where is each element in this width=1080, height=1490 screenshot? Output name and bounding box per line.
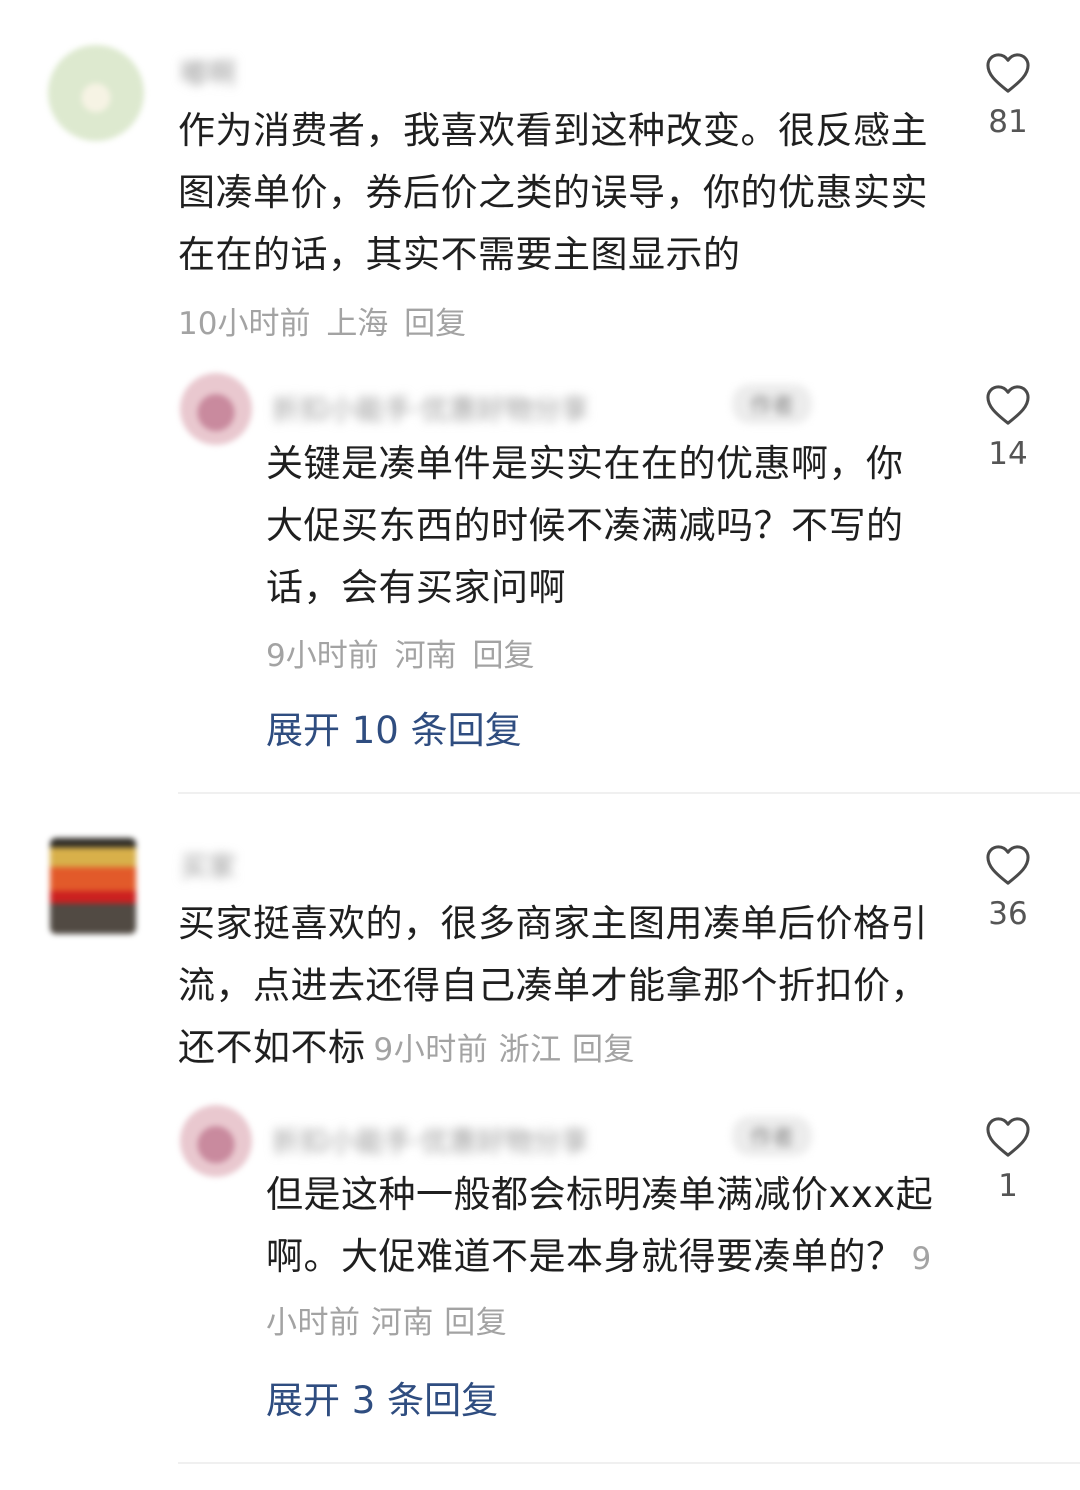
reply-time: 9小时前 [266,638,379,674]
expand-replies-button[interactable]: 展开 3 条回复 [266,1370,498,1424]
reply-meta: 9小时前 河南 回复 [266,630,540,675]
like-count: 81 [988,104,1028,140]
divider [178,1462,1080,1464]
comment-text: 作为消费者，我喜欢看到这种改变。很反感主图凑单价，券后价之类的误导，你的优惠实实… [178,109,928,276]
avatar[interactable] [50,838,136,934]
reply-text: 但是这种一般都会标明凑单满减价xxx起啊。大促难道不是本身就得要凑单的？ 9小时前… [266,1164,936,1354]
reply-button[interactable]: 回复 [572,1032,635,1068]
reply-location: 河南 [394,638,457,674]
reply-text: 关键是凑单件是实实在在的优惠啊，你大促买东西的时候不凑满减吗？不写的话，会有买家… [266,442,904,609]
author-tag: 作者 [732,384,813,424]
username[interactable]: 买家 [180,845,236,885]
reply-location: 河南 [370,1305,434,1341]
heart-outline-icon [986,1117,1030,1157]
avatar[interactable] [48,45,144,141]
divider [178,792,1080,794]
reply-text-body: 但是这种一般都会标明凑单满减价xxx起啊。大促难道不是本身就得要凑单的？ [266,1173,934,1278]
like-button[interactable]: 81 [968,52,1048,140]
comment-time: 10小时前 [178,306,311,342]
comment-location: 上海 [326,306,389,342]
like-count: 36 [988,896,1028,932]
reply-username[interactable]: 折扣小能手·优惠好物分享 [272,1120,589,1160]
like-button[interactable]: 14 [968,384,1048,472]
like-count: 1 [998,1168,1018,1204]
username[interactable]: 嘟啊 [180,52,236,92]
like-count: 14 [988,436,1028,472]
comment-location: 浙江 [498,1032,562,1068]
comment-meta: 9小时前 浙江 回复 [374,1032,635,1068]
like-button[interactable]: 36 [968,844,1048,932]
comment-time: 9小时前 [373,1032,489,1068]
heart-outline-icon [986,845,1030,885]
comment-meta: 10小时前 上海 回复 [178,298,472,343]
reply-username[interactable]: 折扣小能手·优惠好物分享 [272,388,589,428]
reply-button[interactable]: 回复 [404,306,466,342]
author-tag: 作者 [732,1116,813,1156]
reply-button[interactable]: 回复 [444,1305,507,1341]
heart-outline-icon [986,385,1030,425]
reply-avatar[interactable] [180,373,252,445]
expand-replies-button[interactable]: 展开 10 条回复 [266,700,522,754]
reply-button[interactable]: 回复 [472,638,534,674]
heart-outline-icon [986,53,1030,93]
reply-avatar[interactable] [180,1105,252,1177]
like-button[interactable]: 1 [968,1116,1048,1204]
comment-text: 买家挺喜欢的，很多商家主图用凑单后价格引流，点进去还得自己凑单才能拿那个折扣价，… [178,893,938,1081]
